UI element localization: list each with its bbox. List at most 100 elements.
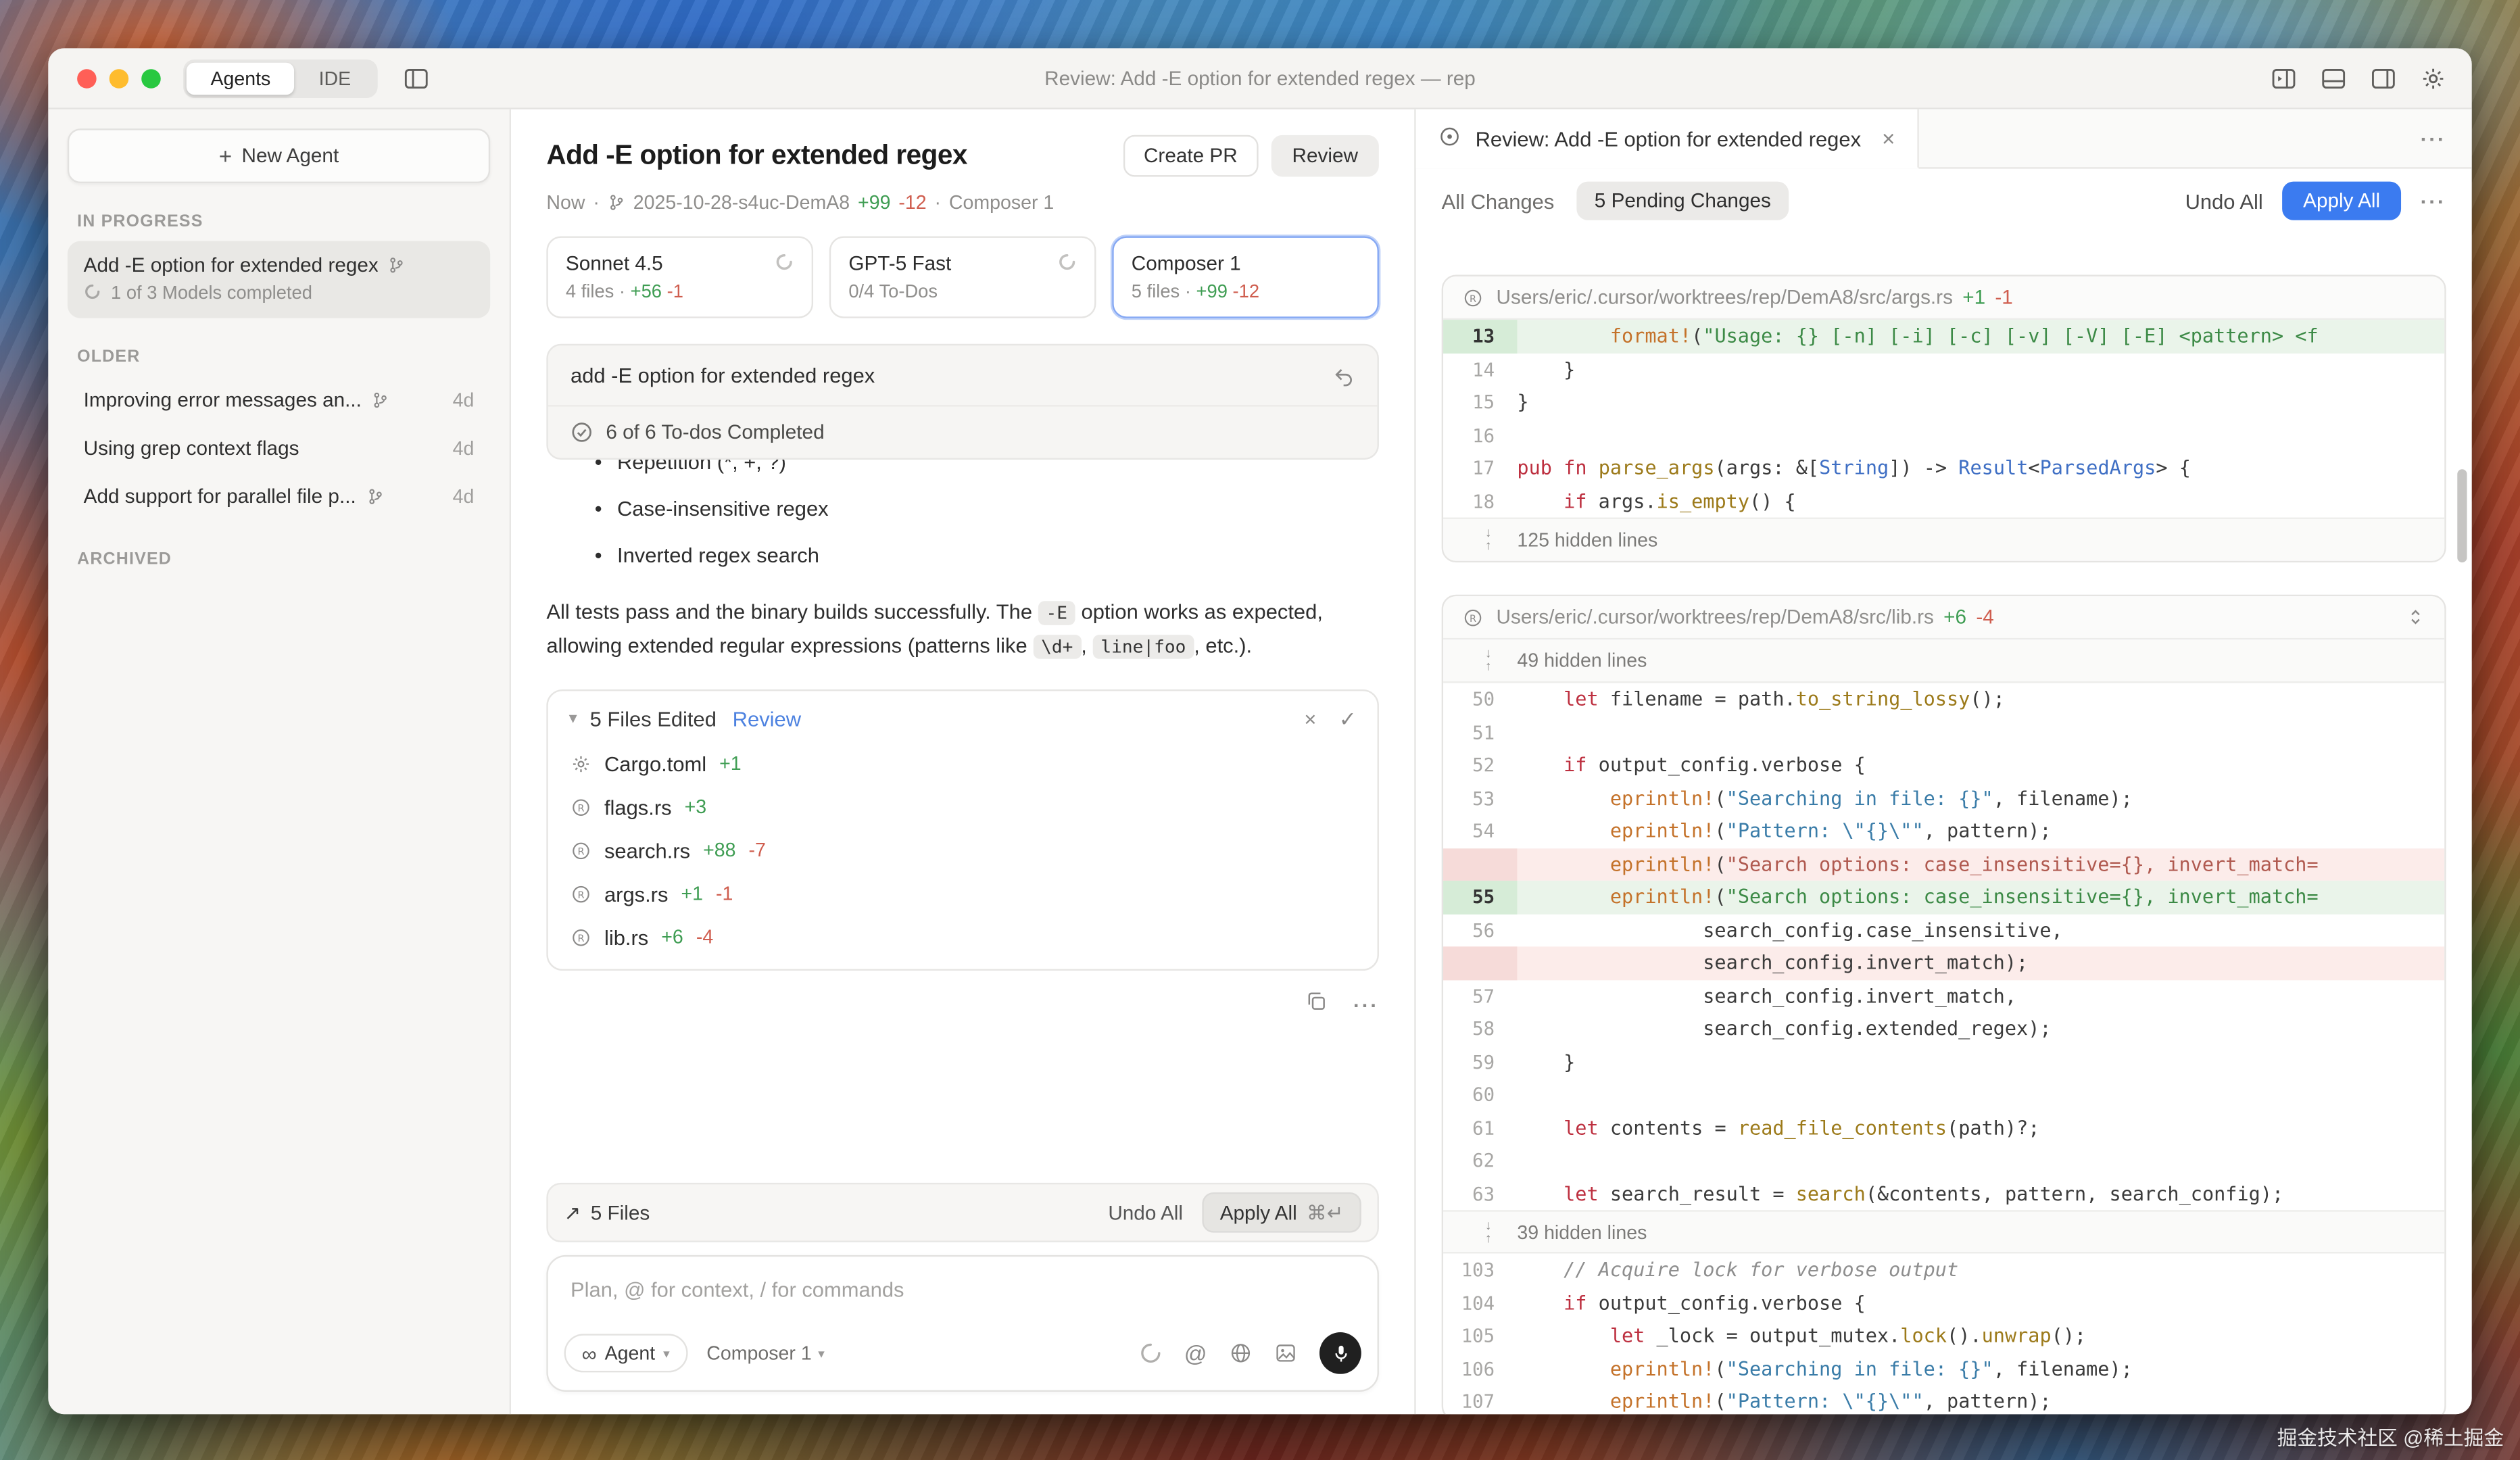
diff-line: 54 eprintln!("Pattern: \"{}\"", pattern)… <box>1443 814 2444 848</box>
code-text: eprintln!("Pattern: \"{}\"", pattern); <box>1517 814 2444 848</box>
zoom-window-button[interactable] <box>141 69 161 89</box>
sidebar-item[interactable]: Add support for parallel file p...4d <box>68 472 490 520</box>
review-tab[interactable]: Review: Add -E option for extended regex… <box>1416 110 1919 169</box>
diff-file-header[interactable]: R Users/eric/.cursor/worktrees/rep/DemA8/… <box>1443 276 2444 320</box>
toggle-sidebar-icon[interactable] <box>404 65 430 91</box>
review-more-icon[interactable]: ··· <box>2421 189 2446 213</box>
undo-icon[interactable] <box>1332 364 1355 387</box>
diff-line: eprintln!("Search options: case_insensit… <box>1443 848 2444 881</box>
file-row[interactable]: Rflags.rs+3 <box>548 785 1378 829</box>
close-review-icon[interactable]: × <box>1882 125 1895 151</box>
code-text: search_config.invert_match); <box>1517 946 2444 979</box>
toggle-bottom-panel-icon[interactable] <box>2321 65 2346 91</box>
summary-paragraph: All tests pass and the binary builds suc… <box>546 595 1379 664</box>
open-in-editor-icon[interactable] <box>2271 65 2296 91</box>
todos-row[interactable]: 6 of 6 To-dos Completed <box>548 405 1378 458</box>
gear-icon <box>571 754 591 775</box>
line-number: 103 <box>1443 1253 1517 1286</box>
expand-arrows-icon[interactable]: ↓↑ <box>1443 527 1517 553</box>
bullet-item: Case-insensitive regex <box>617 485 1379 532</box>
all-changes-tab[interactable]: All Changes <box>1442 189 1555 213</box>
meta-time: Now <box>546 191 585 214</box>
model-selector[interactable]: Composer 1 ▾ <box>706 1342 824 1364</box>
expand-arrows-icon[interactable]: ↓↑ <box>1443 1219 1517 1244</box>
line-number: 54 <box>1443 814 1517 848</box>
toggle-right-panel-icon[interactable] <box>2371 65 2396 91</box>
new-agent-button[interactable]: + New Agent <box>68 128 490 183</box>
expand-arrows-icon[interactable]: ↓↑ <box>1443 648 1517 673</box>
reject-all-icon[interactable]: × <box>1304 707 1316 733</box>
agent-mode-label: Agent <box>605 1342 656 1364</box>
review-apply-all-button[interactable]: Apply All <box>2282 182 2401 220</box>
composer-input[interactable] <box>548 1257 1378 1315</box>
inline-code: \d+ <box>1033 635 1081 660</box>
files-edited-card: ▾ 5 Files Edited Review × ✓ Cargo.toml+1… <box>546 689 1379 971</box>
settings-gear-icon[interactable] <box>2421 65 2446 91</box>
tab-agents[interactable]: Agents <box>187 62 295 95</box>
hidden-lines-label: 49 hidden lines <box>1517 650 1647 672</box>
tab-ide[interactable]: IDE <box>295 62 375 95</box>
undo-all-button[interactable]: Undo All <box>1108 1201 1183 1223</box>
tab-options-icon[interactable]: ··· <box>2395 126 2472 151</box>
image-icon[interactable] <box>1274 1342 1297 1364</box>
chevron-down-icon[interactable]: ▾ <box>569 711 577 729</box>
sidebar-item[interactable]: Using grep context flags4d <box>68 424 490 472</box>
diff-file-card: RUsers/eric/.cursor/worktrees/rep/DemA8/… <box>1442 595 2446 1415</box>
close-window-button[interactable] <box>77 69 97 89</box>
code-text: let _lock = output_mutex.lock().unwrap()… <box>1517 1319 2444 1353</box>
code-text: eprintln!("Search options: case_insensit… <box>1517 848 2444 881</box>
added-count: +6 <box>661 926 683 948</box>
scrollbar-thumb[interactable] <box>2457 469 2467 562</box>
diff-line: 106 eprintln!("Searching in file: {}", f… <box>1443 1353 2444 1386</box>
file-path: Users/eric/.cursor/worktrees/rep/DemA8/s… <box>1496 286 2012 308</box>
files-link[interactable]: ↗ 5 Files <box>564 1200 650 1225</box>
watermark: 掘金技术社区 @稀土掘金 <box>2277 1420 2504 1451</box>
mention-icon[interactable]: @ <box>1184 1340 1207 1366</box>
bullet-item: Repetition (*, +, ?) <box>617 460 1379 485</box>
infinity-icon: ∞ <box>582 1342 597 1363</box>
pending-changes-tab[interactable]: 5 Pending Changes <box>1577 182 1789 220</box>
mic-button[interactable] <box>1319 1332 1361 1374</box>
prompt-text: add -E option for extended regex <box>571 363 875 387</box>
more-options-icon[interactable]: ··· <box>1353 993 1379 1017</box>
hidden-lines-row[interactable]: ↓↑125 hidden lines <box>1443 518 2444 561</box>
file-row[interactable]: Rlib.rs+6-4 <box>548 916 1378 969</box>
diff-file-header[interactable]: RUsers/eric/.cursor/worktrees/rep/DemA8/… <box>1443 596 2444 639</box>
copy-icon[interactable] <box>1305 990 1328 1020</box>
file-path: Users/eric/.cursor/worktrees/rep/DemA8/s… <box>1496 606 1993 628</box>
prompt-card: add -E option for extended regex 6 of 6 … <box>546 344 1379 460</box>
branch-icon <box>388 256 406 275</box>
model-detail: 0/4 To-Dos <box>848 283 1077 302</box>
diff-line: 61 let contents = read_file_contents(pat… <box>1443 1111 2444 1144</box>
lines-removed: -12 <box>898 191 926 214</box>
code-text: search_config.invert_match, <box>1517 979 2444 1013</box>
code-text: // Acquire lock for verbose output <box>1517 1253 2444 1286</box>
minimize-window-button[interactable] <box>110 69 129 89</box>
sidebar-item[interactable]: Improving error messages an...4d <box>68 376 490 424</box>
sidebar-item[interactable]: Add -E option for extended regex1 of 3 M… <box>68 241 490 318</box>
web-icon[interactable] <box>1230 1342 1252 1364</box>
hidden-lines-row[interactable]: ↓↑39 hidden lines <box>1443 1210 2444 1253</box>
model-card[interactable]: Sonnet 4.54 files · +56 -1 <box>546 236 813 318</box>
model-card[interactable]: Composer 15 files · +99 -12 <box>1112 236 1379 318</box>
diff-line: search_config.invert_match); <box>1443 946 2444 979</box>
review-button[interactable]: Review <box>1271 135 1379 177</box>
create-pr-button[interactable]: Create PR <box>1123 135 1259 177</box>
review-undo-all-button[interactable]: Undo All <box>2185 189 2263 213</box>
accept-all-icon[interactable]: ✓ <box>1339 707 1357 733</box>
expand-icon[interactable] <box>2406 608 2425 627</box>
hidden-lines-row[interactable]: ↓↑49 hidden lines <box>1443 639 2444 683</box>
view-switcher: Agents IDE <box>183 59 379 97</box>
diff-line: 56 search_config.case_insensitive, <box>1443 914 2444 947</box>
apply-all-button[interactable]: Apply All ⌘↵ <box>1203 1192 1361 1232</box>
code-text: eprintln!("Searching in file: {}", filen… <box>1517 1353 2444 1386</box>
rust-file-icon: R <box>1463 287 1484 308</box>
agent-mode-selector[interactable]: ∞ Agent ▾ <box>564 1334 687 1372</box>
file-row[interactable]: Rsearch.rs+88-7 <box>548 829 1378 873</box>
diff-line: 52 if output_config.verbose { <box>1443 749 2444 782</box>
file-row[interactable]: Rargs.rs+1-1 <box>548 873 1378 916</box>
file-row[interactable]: Cargo.toml+1 <box>548 742 1378 785</box>
model-card[interactable]: GPT-5 Fast0/4 To-Dos <box>829 236 1096 318</box>
code-text: let filename = path.to_string_lossy(); <box>1517 683 2444 716</box>
files-review-link[interactable]: Review <box>733 708 801 732</box>
